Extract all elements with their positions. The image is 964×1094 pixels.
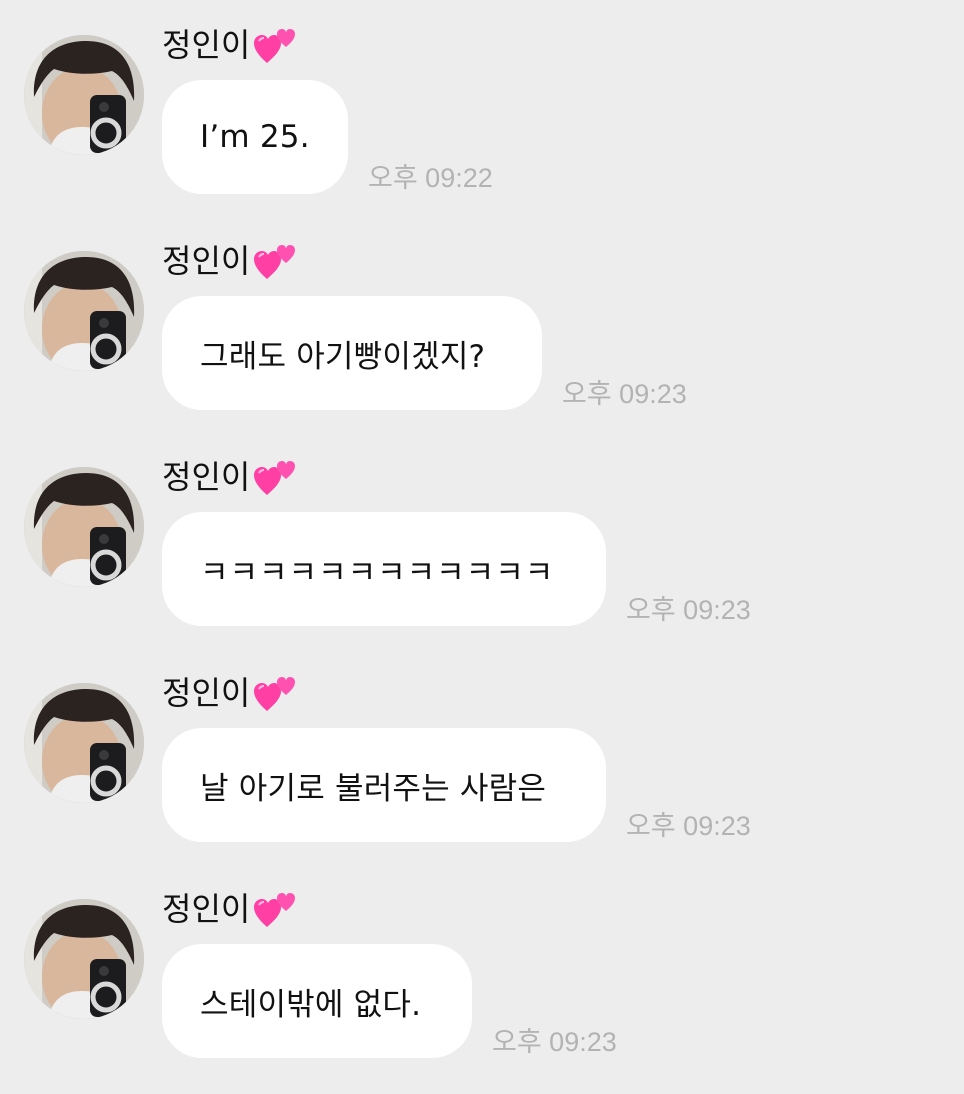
sender-header: 정인이 — [162, 238, 298, 284]
avatar[interactable] — [24, 683, 144, 803]
message-row: 정인이 ㅋㅋㅋㅋㅋㅋㅋㅋㅋㅋㅋㅋ 오후 09:23 — [0, 432, 964, 648]
message-bubble[interactable]: I’m 25. — [162, 80, 348, 194]
message-timestamp: 오후 09:22 — [368, 163, 493, 193]
message-timestamp: 오후 09:23 — [492, 1027, 617, 1057]
avatar[interactable] — [24, 251, 144, 371]
sender-header: 정인이 — [162, 886, 298, 932]
message-text: I’m 25. — [200, 119, 310, 155]
message-text: ㅋㅋㅋㅋㅋㅋㅋㅋㅋㅋㅋㅋ — [200, 554, 555, 591]
two-hearts-icon — [254, 457, 298, 497]
message-bubble[interactable]: 그래도 아기빵이겠지? — [162, 296, 542, 410]
message-timestamp: 오후 09:23 — [626, 595, 751, 625]
sender-name: 정인이 — [162, 242, 251, 280]
two-hearts-icon — [254, 673, 298, 713]
message-bubble[interactable]: 스테이밖에 없다. — [162, 944, 472, 1058]
message-row: 정인이 I’m 25. 오후 09:22 — [0, 0, 964, 216]
message-timestamp: 오후 09:23 — [626, 811, 751, 841]
sender-header: 정인이 — [162, 670, 298, 716]
sender-name: 정인이 — [162, 458, 251, 496]
message-text: 스테이밖에 없다. — [200, 986, 422, 1023]
two-hearts-icon — [254, 241, 298, 281]
avatar[interactable] — [24, 35, 144, 155]
sender-name: 정인이 — [162, 674, 251, 712]
message-row: 정인이 스테이밖에 없다. 오후 09:23 — [0, 864, 964, 1080]
message-bubble[interactable]: ㅋㅋㅋㅋㅋㅋㅋㅋㅋㅋㅋㅋ — [162, 512, 606, 626]
sender-name: 정인이 — [162, 26, 251, 64]
sender-name: 정인이 — [162, 890, 251, 928]
message-timestamp: 오후 09:23 — [562, 379, 687, 409]
message-row: 정인이 그래도 아기빵이겠지? 오후 09:23 — [0, 216, 964, 432]
message-text: 그래도 아기빵이겠지? — [200, 338, 486, 375]
avatar[interactable] — [24, 467, 144, 587]
message-text: 날 아기로 불러주는 사람은 — [200, 770, 547, 807]
avatar[interactable] — [24, 899, 144, 1019]
two-hearts-icon — [254, 25, 298, 65]
message-row: 정인이 날 아기로 불러주는 사람은 오후 09:23 — [0, 648, 964, 864]
sender-header: 정인이 — [162, 454, 298, 500]
sender-header: 정인이 — [162, 22, 298, 68]
two-hearts-icon — [254, 889, 298, 929]
message-bubble[interactable]: 날 아기로 불러주는 사람은 — [162, 728, 606, 842]
